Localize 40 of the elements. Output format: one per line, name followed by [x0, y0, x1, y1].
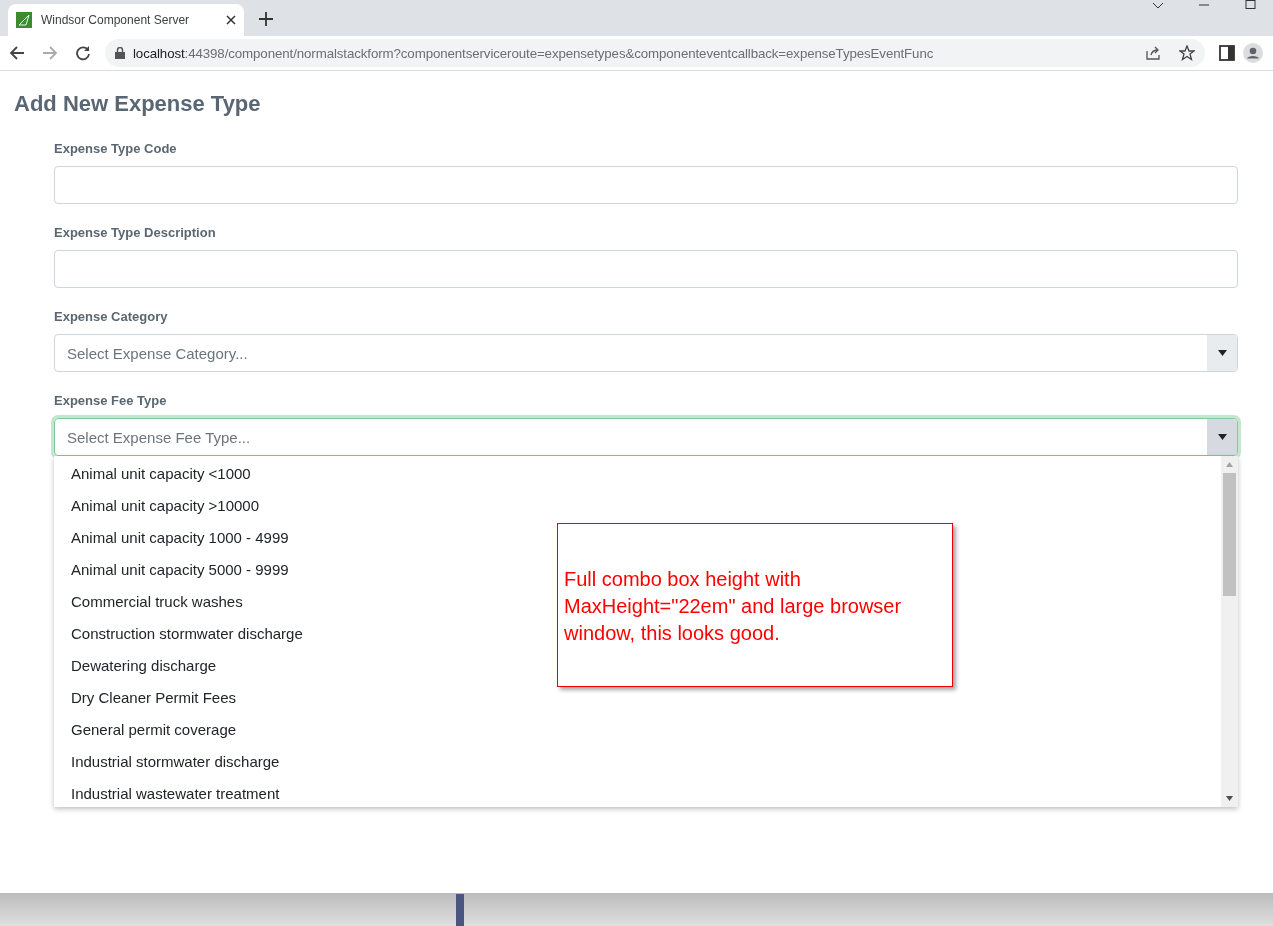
- dropdown-option[interactable]: Industrial stormwater discharge: [54, 746, 284, 778]
- tab-title: Windsor Component Server: [41, 13, 191, 27]
- dropdown-option[interactable]: Dry Cleaner Permit Fees: [54, 682, 241, 714]
- dropdown-option[interactable]: Construction stormwater discharge: [54, 618, 307, 650]
- scrollbar[interactable]: [1221, 456, 1238, 807]
- scroll-down-icon[interactable]: [1226, 796, 1233, 801]
- app-logo-icon: [16, 12, 32, 28]
- dropdown-option[interactable]: General permit coverage: [54, 714, 241, 746]
- address-bar[interactable]: localhost:44398/component/normalstackform?componentserviceroute=expensetypes&componenteventcallback=expenseTypesEventFunc: [105, 39, 1205, 67]
- annotation-text: Full combo box height with MaxHeight="22em" and large browser window, this looks good.: [564, 567, 903, 646]
- scrollbar-thumb[interactable]: [1223, 473, 1236, 596]
- url-text: localhost:44398/component/normalstackform?componentserviceroute=expensetypes&componenteventcallback=expenseTypesEventFunc: [133, 45, 935, 61]
- new-tab-icon[interactable]: [259, 12, 273, 26]
- text-field[interactable]: [54, 166, 1238, 204]
- combo-box[interactable]: Select Expense Fee Type...: [54, 418, 1238, 456]
- caret-icon: [1217, 350, 1227, 356]
- text-field[interactable]: [54, 250, 1238, 288]
- caret-icon: [1217, 434, 1227, 440]
- dropdown-option[interactable]: Industrial wastewater treatment: [54, 778, 284, 810]
- field-label: Expense Category: [54, 309, 169, 324]
- close-icon[interactable]: [226, 15, 236, 25]
- field-label: Expense Type Description: [54, 225, 217, 240]
- dropdown-option[interactable]: Dewatering discharge: [54, 650, 221, 682]
- share-icon[interactable]: [1145, 45, 1161, 61]
- side-panel-icon[interactable]: [1219, 45, 1235, 61]
- profile-avatar-icon[interactable]: [1243, 43, 1263, 63]
- browser-tab[interactable]: Windsor Component Server: [8, 4, 244, 36]
- lock-icon: [115, 47, 125, 59]
- dropdown-option[interactable]: Animal unit capacity <1000: [54, 458, 255, 490]
- page-title: Add New Expense Type: [13, 90, 262, 117]
- dropdown-option[interactable]: Animal unit capacity >10000: [54, 490, 264, 522]
- reload-icon[interactable]: [75, 45, 91, 61]
- dropdown-option[interactable]: Animal unit capacity 5000 - 9999: [54, 554, 293, 586]
- field-label: Expense Fee Type: [54, 393, 168, 408]
- field-label: Expense Type Code: [54, 141, 178, 156]
- combo-box[interactable]: Select Expense Category...: [54, 334, 1238, 372]
- dropdown-option[interactable]: Commercial truck washes: [54, 586, 247, 618]
- dropdown-option[interactable]: Animal unit capacity 1000 - 4999: [54, 522, 293, 554]
- star-icon[interactable]: [1179, 45, 1195, 61]
- back-arrow-icon[interactable]: [9, 45, 25, 61]
